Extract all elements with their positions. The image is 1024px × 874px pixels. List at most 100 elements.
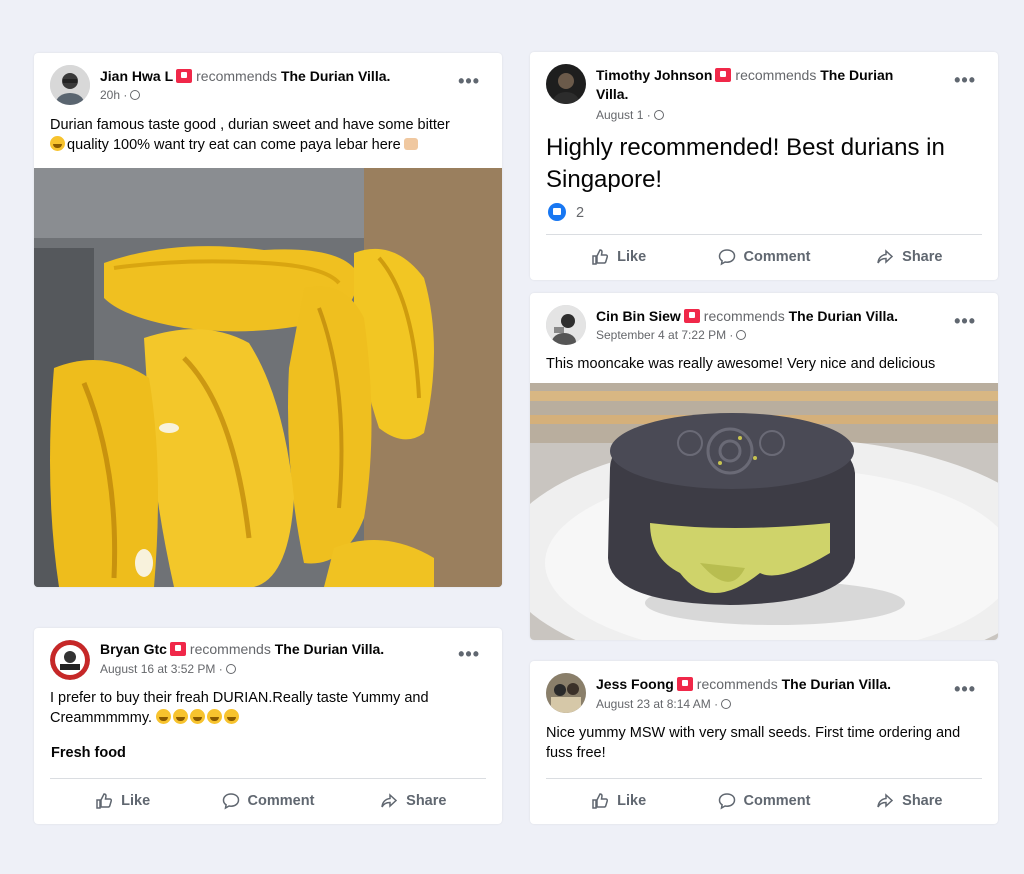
author-name[interactable]: Bryan Gtc	[100, 641, 167, 657]
author-name[interactable]: Cin Bin Siew	[596, 308, 681, 324]
post-text-line-2: quality 100% want try eat can come paya …	[67, 137, 401, 153]
mooncake-photo[interactable]	[530, 383, 998, 640]
globe-icon	[653, 110, 664, 120]
author-name[interactable]: Timothy Johnson	[596, 67, 712, 83]
globe-icon	[225, 664, 236, 674]
post-text: Highly recommended! Best durians in Sing…	[546, 134, 945, 193]
post-header: Bryan Gtc recommends The Durian Villa. Au…	[34, 628, 502, 688]
like-icon	[592, 248, 609, 265]
avatar[interactable]	[546, 673, 586, 713]
laughing-emoji-icon	[190, 709, 206, 724]
more-options-button[interactable]: •••	[954, 679, 976, 700]
post-text: Nice yummy MSW with very small seeds. Fi…	[546, 725, 961, 761]
recommends-label: recommends	[189, 641, 271, 657]
post-meta: August 16 at 3:52 PM ·	[100, 662, 236, 676]
durian-photo[interactable]	[34, 168, 502, 587]
reaction-summary[interactable]: 2	[548, 203, 584, 221]
reaction-count: 2	[576, 205, 585, 221]
laughing-emoji-icon	[173, 709, 189, 724]
share-button[interactable]: Share	[837, 779, 982, 822]
post-card-bryan-gtc: Bryan Gtc recommends The Durian Villa. Au…	[34, 628, 502, 824]
post-time[interactable]: August 23 at 8:14 AM ·	[596, 697, 718, 711]
post-meta: September 4 at 7:22 PM ·	[596, 328, 747, 342]
comment-label: Comment	[743, 792, 811, 809]
post-card-jian-hwa: Jian Hwa L recommends The Durian Villa. 2…	[34, 53, 502, 587]
post-time[interactable]: September 4 at 7:22 PM ·	[596, 328, 733, 342]
post-time[interactable]: August 16 at 3:52 PM ·	[100, 662, 223, 676]
like-button[interactable]: Like	[546, 779, 691, 822]
page-name[interactable]: The Durian	[820, 67, 893, 83]
comment-button[interactable]: Comment	[195, 779, 340, 822]
like-reaction-icon	[548, 203, 566, 221]
post-header-line: Jess Foong recommends The Durian Villa.	[596, 675, 952, 694]
share-label: Share	[406, 792, 447, 809]
globe-icon	[736, 330, 747, 340]
laughing-emoji-icon	[224, 709, 240, 724]
globe-icon	[721, 699, 732, 709]
more-options-button[interactable]: •••	[954, 70, 976, 91]
laughing-emoji-icon	[207, 709, 223, 724]
like-button[interactable]: Like	[50, 779, 195, 822]
like-label: Like	[617, 792, 647, 809]
comment-label: Comment	[743, 248, 811, 265]
avatar[interactable]	[50, 640, 90, 680]
avatar[interactable]	[546, 305, 586, 345]
recommend-icon	[676, 677, 693, 691]
globe-icon	[130, 90, 141, 100]
author-name[interactable]: Jess Foong	[596, 676, 674, 692]
comment-button[interactable]: Comment	[691, 235, 836, 278]
recommends-label: recommends	[703, 308, 785, 324]
share-icon	[381, 792, 398, 808]
post-card-cin-bin-siew: Cin Bin Siew recommends The Durian Villa.…	[530, 293, 998, 640]
comment-label: Comment	[247, 792, 315, 809]
post-card-timothy-johnson: Timothy Johnson recommends The Durian Vil…	[530, 52, 998, 280]
page-name[interactable]: The Durian Villa.	[281, 68, 390, 84]
like-label: Like	[617, 248, 647, 265]
post-header: Cin Bin Siew recommends The Durian Villa.…	[530, 293, 998, 353]
page-name[interactable]: The Durian Villa.	[275, 641, 384, 657]
comment-button[interactable]: Comment	[691, 779, 836, 822]
post-actions: Like Comment Share	[50, 778, 486, 822]
post-header: Jian Hwa L recommends The Durian Villa. 2…	[34, 53, 502, 113]
post-text-line-2: Creammmmmy.	[50, 710, 153, 726]
share-button[interactable]: Share	[341, 779, 486, 822]
more-options-button[interactable]: •••	[458, 644, 480, 665]
recommend-icon	[169, 642, 186, 656]
author-name[interactable]: Jian Hwa L	[100, 68, 173, 84]
page-name-cont[interactable]: Villa.	[596, 86, 628, 102]
post-text-line-2-wrap: Creammmmmy.	[50, 708, 488, 728]
share-icon	[877, 248, 894, 264]
page-name[interactable]: The Durian Villa.	[782, 676, 891, 692]
laughing-emoji-icon	[50, 136, 65, 151]
post-actions: Like Comment Share	[546, 778, 982, 822]
post-text-line-2-wrap: quality 100% want try eat can come paya …	[50, 135, 488, 155]
post-header-line: Cin Bin Siew recommends The Durian Villa.	[596, 307, 952, 326]
post-header-line: Timothy Johnson recommends The Durian Vil…	[596, 66, 952, 104]
post-header: Jess Foong recommends The Durian Villa. A…	[530, 661, 998, 721]
like-button[interactable]: Like	[546, 235, 691, 278]
tag-label: Fresh food	[51, 745, 126, 761]
recommends-label: recommends	[196, 68, 278, 84]
post-card-jess-foong: Jess Foong recommends The Durian Villa. A…	[530, 661, 998, 824]
more-options-button[interactable]: •••	[954, 311, 976, 332]
comment-icon	[222, 792, 239, 809]
post-text-line-1: Durian famous taste good , durian sweet …	[50, 117, 450, 133]
avatar[interactable]	[50, 65, 90, 105]
page-name[interactable]: The Durian Villa.	[789, 308, 898, 324]
post-meta: August 23 at 8:14 AM ·	[596, 697, 732, 711]
recommends-label: recommends	[735, 67, 817, 83]
more-options-button[interactable]: •••	[458, 71, 480, 92]
avatar[interactable]	[546, 64, 586, 104]
post-meta: August 1 ·	[596, 108, 664, 122]
share-button[interactable]: Share	[837, 235, 982, 278]
post-time[interactable]: August 1 ·	[596, 108, 651, 122]
post-header-line: Jian Hwa L recommends The Durian Villa.	[100, 67, 456, 86]
like-label: Like	[121, 792, 151, 809]
post-time[interactable]: 20h ·	[100, 88, 127, 102]
recommend-icon	[176, 69, 193, 83]
share-label: Share	[902, 248, 943, 265]
post-header: Timothy Johnson recommends The Durian Vil…	[530, 52, 998, 122]
share-label: Share	[902, 792, 943, 809]
like-icon	[96, 792, 113, 809]
share-icon	[877, 792, 894, 808]
